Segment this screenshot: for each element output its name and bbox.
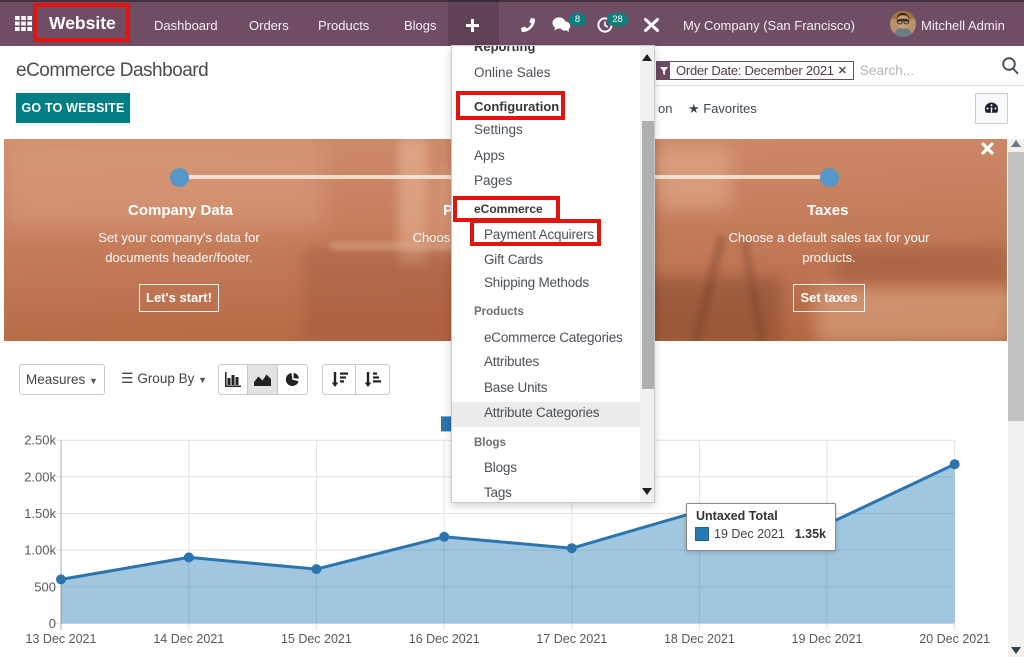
svg-text:16 Dec 2021: 16 Dec 2021 — [409, 632, 480, 646]
svg-text:2.50k: 2.50k — [24, 433, 56, 448]
svg-text:500: 500 — [34, 579, 56, 594]
svg-text:14 Dec 2021: 14 Dec 2021 — [153, 632, 224, 646]
svg-text:19 Dec 2021: 19 Dec 2021 — [792, 632, 863, 646]
svg-text:17 Dec 2021: 17 Dec 2021 — [536, 632, 607, 646]
svg-text:18 Dec 2021: 18 Dec 2021 — [664, 632, 735, 646]
svg-text:15 Dec 2021: 15 Dec 2021 — [281, 632, 352, 646]
svg-text:1.50k: 1.50k — [24, 506, 56, 521]
svg-text:0: 0 — [49, 616, 56, 631]
svg-text:1.00k: 1.00k — [24, 543, 56, 558]
svg-text:2.00k: 2.00k — [24, 469, 56, 484]
svg-text:20 Dec 2021: 20 Dec 2021 — [919, 632, 990, 646]
svg-text:13 Dec 2021: 13 Dec 2021 — [26, 632, 97, 646]
